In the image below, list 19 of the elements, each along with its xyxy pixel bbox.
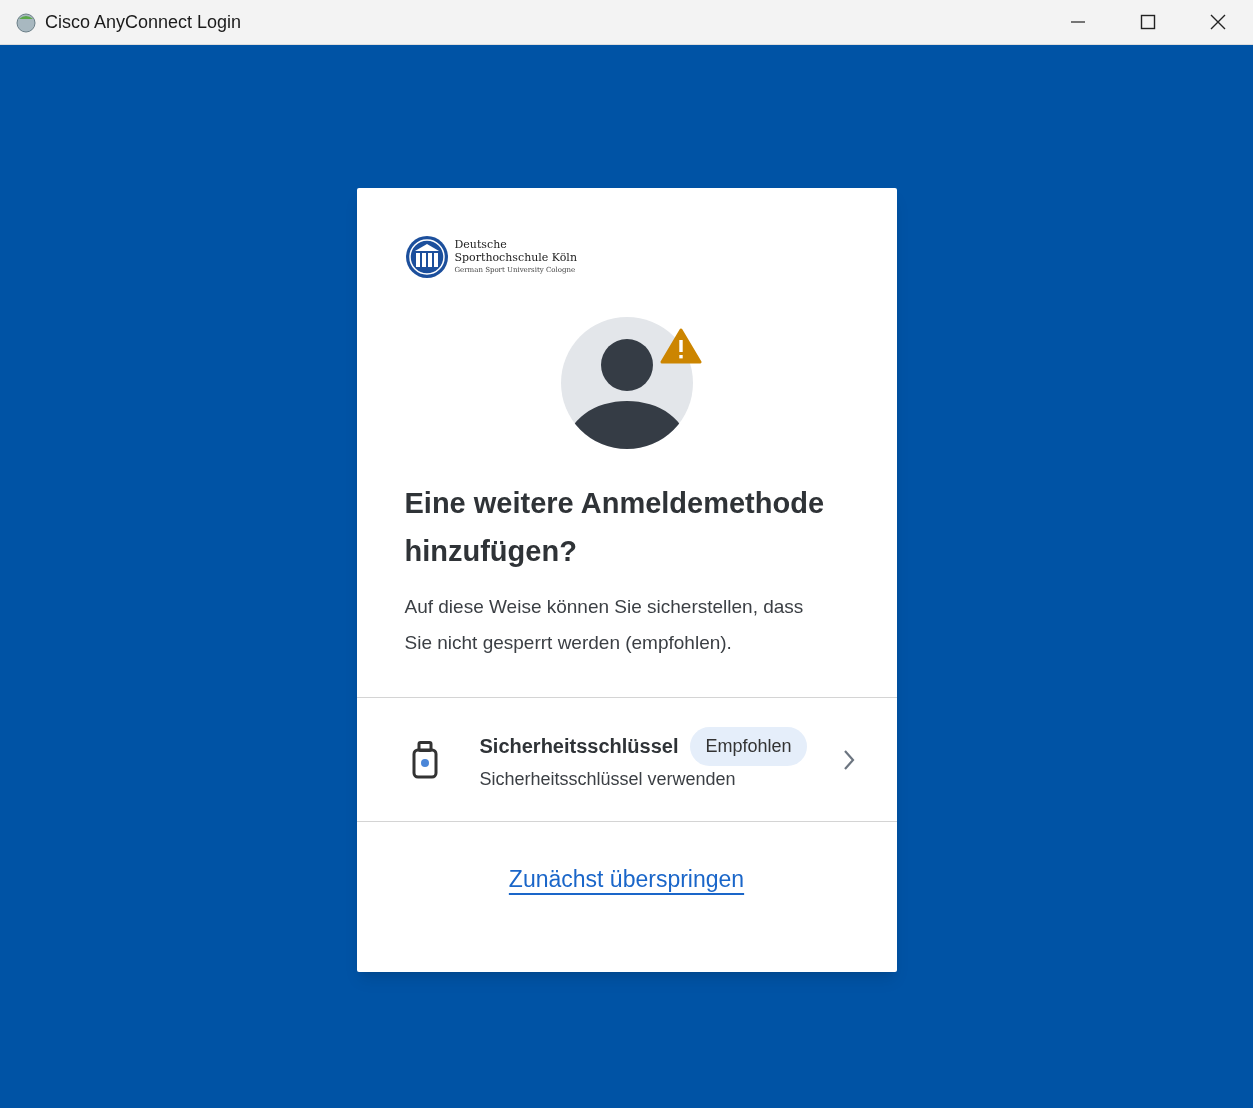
close-icon	[1210, 14, 1226, 30]
globe-icon	[15, 11, 37, 33]
minimize-icon	[1070, 21, 1086, 23]
logo-text: Deutsche	[454, 237, 508, 251]
skip-link[interactable]: Zunächst überspringen	[508, 862, 745, 897]
warning-icon	[659, 328, 702, 364]
user-avatar-icon	[560, 317, 693, 449]
description: Auf diese Weise können Sie sicherstellen, dass Sie nicht gesperrt werden (empfohlen).	[404, 595, 805, 655]
heading: Eine weitere Anmeldemethode hinzufügen?	[404, 486, 826, 569]
chevron-right-icon	[842, 748, 855, 771]
logo-text: Sporthochschule Köln	[454, 250, 577, 264]
option-title: Sicherheitsschlüssel	[479, 734, 679, 759]
option-subtitle: Sicherheitsschlüssel verwenden	[479, 767, 737, 791]
recommended-badge: Empfohlen	[690, 726, 807, 766]
university-logo-icon	[404, 235, 449, 279]
window-title: Cisco AnyConnect Login	[45, 10, 242, 34]
maximize-icon	[1140, 14, 1156, 30]
security-key-icon	[411, 740, 438, 779]
security-key-option[interactable]: Sicherheitsschlüssel Empfohlen Sicherheitsschlüssel verwenden	[356, 698, 897, 821]
